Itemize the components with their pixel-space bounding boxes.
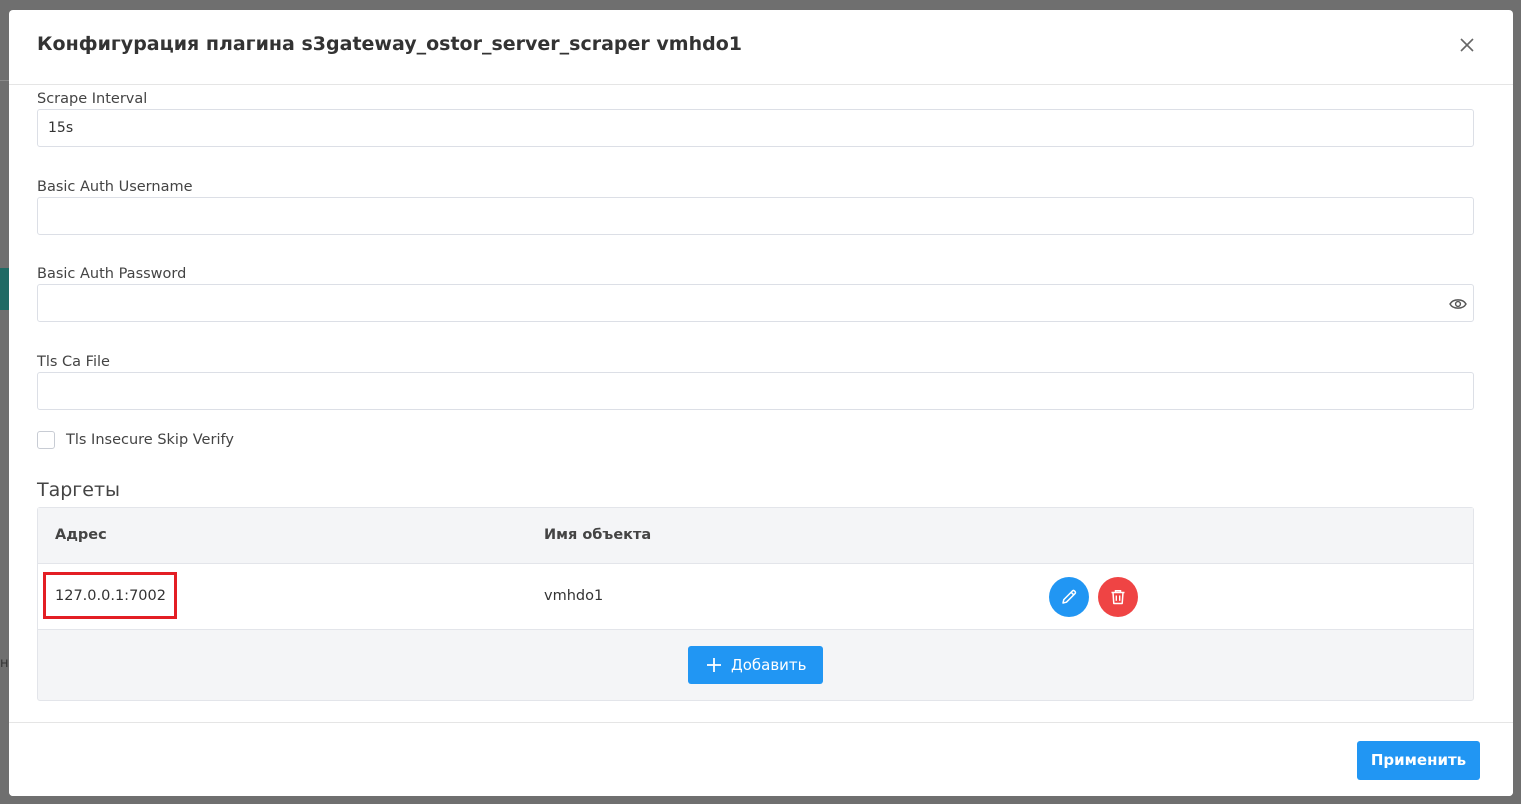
plus-icon [707,658,721,672]
apply-button[interactable]: Применить [1357,741,1480,780]
tls-insecure-skip-verify-checkbox[interactable] [37,431,55,449]
targets-table-header: Адрес Имя объекта [38,508,1473,564]
delete-target-button[interactable] [1098,577,1138,617]
pencil-icon [1062,589,1077,604]
plugin-config-modal: Конфигурация плагина s3gateway_ostor_ser… [9,10,1513,796]
targets-section-title: Таргеты [37,479,121,501]
column-header-object-name: Имя объекта [544,527,652,543]
table-row: 127.0.0.1:7002 vmhdo1 [38,564,1473,630]
eye-icon[interactable] [1449,296,1467,310]
background-divider [0,80,9,81]
basic-auth-password-input[interactable] [37,284,1474,322]
basic-auth-password-label: Basic Auth Password [37,266,187,282]
apply-button-label: Применить [1370,751,1467,769]
target-address-cell: 127.0.0.1:7002 [55,588,166,604]
scrape-interval-label: Scrape Interval [37,91,148,107]
background-accent-bar [0,268,9,310]
scrape-interval-input[interactable] [37,109,1474,147]
close-icon[interactable] [1458,36,1476,54]
modal-header: Конфигурация плагина s3gateway_ostor_ser… [9,10,1513,85]
targets-table: Адрес Имя объекта 127.0.0.1:7002 vmhdo1 [37,507,1474,701]
tls-insecure-skip-verify-label[interactable]: Tls Insecure Skip Verify [66,432,234,448]
tls-ca-file-label: Tls Ca File [37,354,110,370]
tls-ca-file-input[interactable] [37,372,1474,410]
edit-target-button[interactable] [1049,577,1089,617]
basic-auth-username-input[interactable] [37,197,1474,235]
modal-body: Scrape Interval Basic Auth Username Basi… [9,85,1513,722]
target-object-name-cell: vmhdo1 [544,588,604,604]
column-header-address: Адрес [55,527,107,543]
add-target-button[interactable]: Добавить [688,646,823,684]
modal-footer: Применить [9,722,1513,796]
add-target-label: Добавить [731,656,807,674]
basic-auth-username-label: Basic Auth Username [37,179,193,195]
trash-icon [1111,590,1125,605]
modal-title: Конфигурация плагина s3gateway_ostor_ser… [37,33,742,55]
